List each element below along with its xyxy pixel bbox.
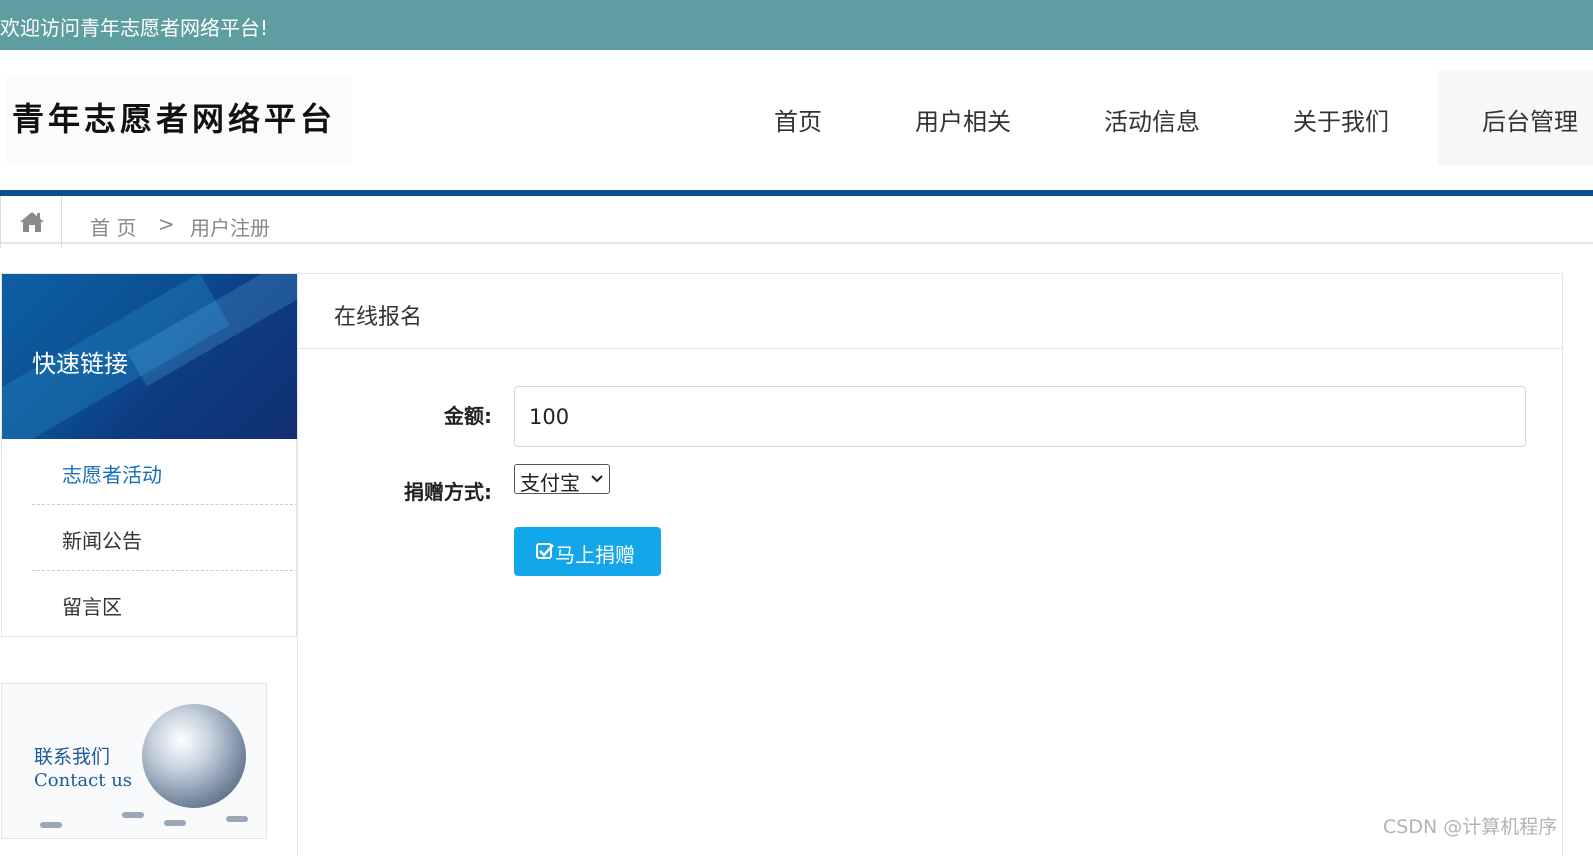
puzzle-piece-decor [226, 816, 248, 822]
sidebar: 快速链接 志愿者活动 新闻公告 留言区 [1, 273, 298, 637]
sidebar-item-label: 新闻公告 [62, 529, 142, 553]
nav-item-admin[interactable]: 后台管理 [1482, 102, 1578, 137]
breadcrumb: 首 页 > 用户注册 [0, 196, 1593, 248]
nav-item-activity[interactable]: 活动信息 [1104, 102, 1200, 137]
watermark: CSDN @计算机程序 [1383, 816, 1558, 838]
amount-label: 金额: [444, 404, 492, 428]
sidebar-item-label: 志愿者活动 [62, 463, 162, 487]
sidebar-title: 快速链接 [32, 350, 128, 378]
chevron-down-icon [591, 475, 603, 483]
puzzle-piece-decor [40, 822, 62, 828]
donation-method-select[interactable]: 支付宝 [514, 464, 610, 495]
sidebar-item-messages[interactable]: 留言区 [32, 571, 298, 637]
donation-method-label: 捐赠方式: [404, 480, 492, 504]
panel-title: 在线报名 [334, 305, 423, 330]
home-icon [20, 212, 44, 232]
main-nav: 首页 用户相关 活动信息 关于我们 后台管理 [0, 50, 1593, 190]
breadcrumb-separator: > [158, 212, 175, 236]
sidebar-item-news[interactable]: 新闻公告 [32, 505, 298, 571]
contact-cn-text: 联系我们 [34, 746, 111, 768]
donate-button-label: 马上捐赠 [555, 543, 635, 567]
puzzle-piece-decor [164, 820, 186, 826]
top-welcome-bar: 欢迎访问青年志愿者网络平台! [0, 0, 1593, 50]
welcome-text: 欢迎访问青年志愿者网络平台! [0, 16, 269, 40]
breadcrumb-home[interactable]: 首 页 [90, 212, 136, 241]
breadcrumb-current: 用户注册 [190, 216, 270, 240]
main-panel: 在线报名 金额: 捐赠方式: 支付宝 马上捐赠 [297, 273, 1564, 856]
sidebar-header: 快速链接 [2, 274, 298, 439]
check-square-icon [536, 543, 554, 559]
home-icon-button[interactable] [0, 196, 62, 248]
sidebar-item-volunteer-activity[interactable]: 志愿者活动 [32, 439, 298, 505]
sidebar-item-label: 留言区 [62, 595, 122, 619]
contact-us-banner[interactable]: 联系我们 Contact us [1, 683, 267, 839]
globe-icon [142, 704, 246, 808]
select-value: 支付宝 [520, 471, 580, 495]
panel-header: 在线报名 [298, 274, 1564, 349]
nav-item-about[interactable]: 关于我们 [1293, 102, 1389, 137]
amount-input[interactable] [514, 386, 1526, 447]
nav-item-home[interactable]: 首页 [774, 102, 822, 137]
donate-button[interactable]: 马上捐赠 [514, 527, 661, 576]
nav-item-user[interactable]: 用户相关 [915, 102, 1011, 137]
puzzle-piece-decor [122, 812, 144, 818]
contact-en-text: Contact us [34, 770, 133, 791]
